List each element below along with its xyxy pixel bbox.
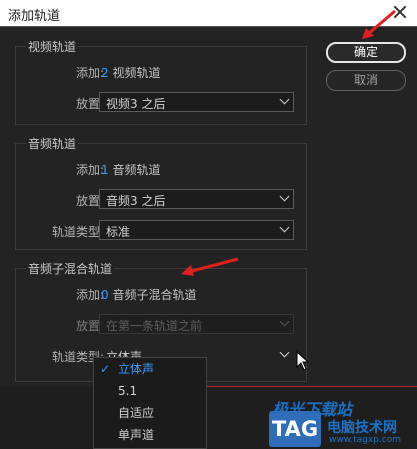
audio-track-type-value: 标准 xyxy=(106,225,131,239)
audio-add-label: 添加: xyxy=(75,163,104,177)
submix-placement-value: 在第一条轨道之前 xyxy=(106,319,203,333)
dropdown-option-adaptive[interactable]: 自适应 xyxy=(94,403,206,423)
submix-placement-select: 在第一条轨道之前 xyxy=(99,314,294,334)
watermark-url: www.tagxp.com xyxy=(329,435,401,445)
chevron-down-icon xyxy=(279,347,290,358)
audio-add-count[interactable]: 1 xyxy=(101,163,109,177)
chevron-down-icon xyxy=(279,316,290,327)
watermark-site-name: 极光下载站 xyxy=(272,400,353,419)
dropdown-option-stereo[interactable]: ✓ 立体声 xyxy=(94,359,206,379)
submix-add-count[interactable]: 0 xyxy=(101,288,109,302)
annotation-arrow-icon xyxy=(362,9,396,39)
video-placement-select[interactable]: 视频3 之后 xyxy=(99,92,294,112)
dropdown-option-5-1[interactable]: 5.1 xyxy=(94,381,206,401)
divider xyxy=(193,386,417,387)
chevron-down-icon xyxy=(279,222,290,233)
submix-add-value: 0 音频子混合轨道 xyxy=(101,286,196,303)
window-title: 添加轨道 xyxy=(8,9,61,24)
watermark-tag-logo: TAG xyxy=(269,411,321,447)
check-icon: ✓ xyxy=(100,362,111,376)
title-bar: 添加轨道 xyxy=(0,0,417,26)
submix-add-unit: 音频子混合轨道 xyxy=(112,288,197,302)
audio-placement-select[interactable]: 音频3 之后 xyxy=(99,189,294,209)
video-add-count[interactable]: 2 xyxy=(101,66,109,80)
video-placement-value: 视频3 之后 xyxy=(106,97,166,111)
submix-group-title: 音频子混合轨道 xyxy=(26,260,115,277)
audio-group-title: 音频轨道 xyxy=(26,135,79,152)
video-add-value: 2 视频轨道 xyxy=(101,64,160,81)
cancel-button[interactable]: 取消 xyxy=(326,70,406,91)
dropdown-option-mono[interactable]: 单声道 xyxy=(94,425,206,445)
audio-tracks-group: 音频轨道 添加: 1 音频轨道 放置: 音频3 之后 轨道类型: 标准 xyxy=(15,135,307,250)
track-type-dropdown: ✓ 立体声 5.1 自适应 单声道 xyxy=(93,357,207,449)
audio-add-value: 1 音频轨道 xyxy=(101,161,160,178)
chevron-down-icon xyxy=(279,191,290,202)
audio-type-label: 轨道类型: xyxy=(51,225,104,239)
audio-add-unit: 音频轨道 xyxy=(112,163,161,177)
watermark-title: 电脑技术网 xyxy=(327,420,397,436)
add-tracks-dialog: 视频轨道 添加: 2 视频轨道 放置: 视频3 之后 音频轨道 添加: 1 音频… xyxy=(0,26,417,387)
video-tracks-group: 视频轨道 添加: 2 视频轨道 放置: 视频3 之后 xyxy=(15,38,307,125)
video-add-label: 添加: xyxy=(75,66,104,80)
chevron-down-icon xyxy=(279,94,290,105)
audio-track-type-select[interactable]: 标准 xyxy=(99,220,294,240)
video-add-unit: 视频轨道 xyxy=(112,66,161,80)
submix-add-label: 添加: xyxy=(75,288,104,302)
annotation-arrow-icon xyxy=(181,257,239,276)
video-group-title: 视频轨道 xyxy=(26,38,79,55)
ok-button[interactable]: 确定 xyxy=(326,42,406,63)
audio-placement-value: 音频3 之后 xyxy=(106,194,166,208)
mouse-cursor-icon xyxy=(296,351,310,371)
